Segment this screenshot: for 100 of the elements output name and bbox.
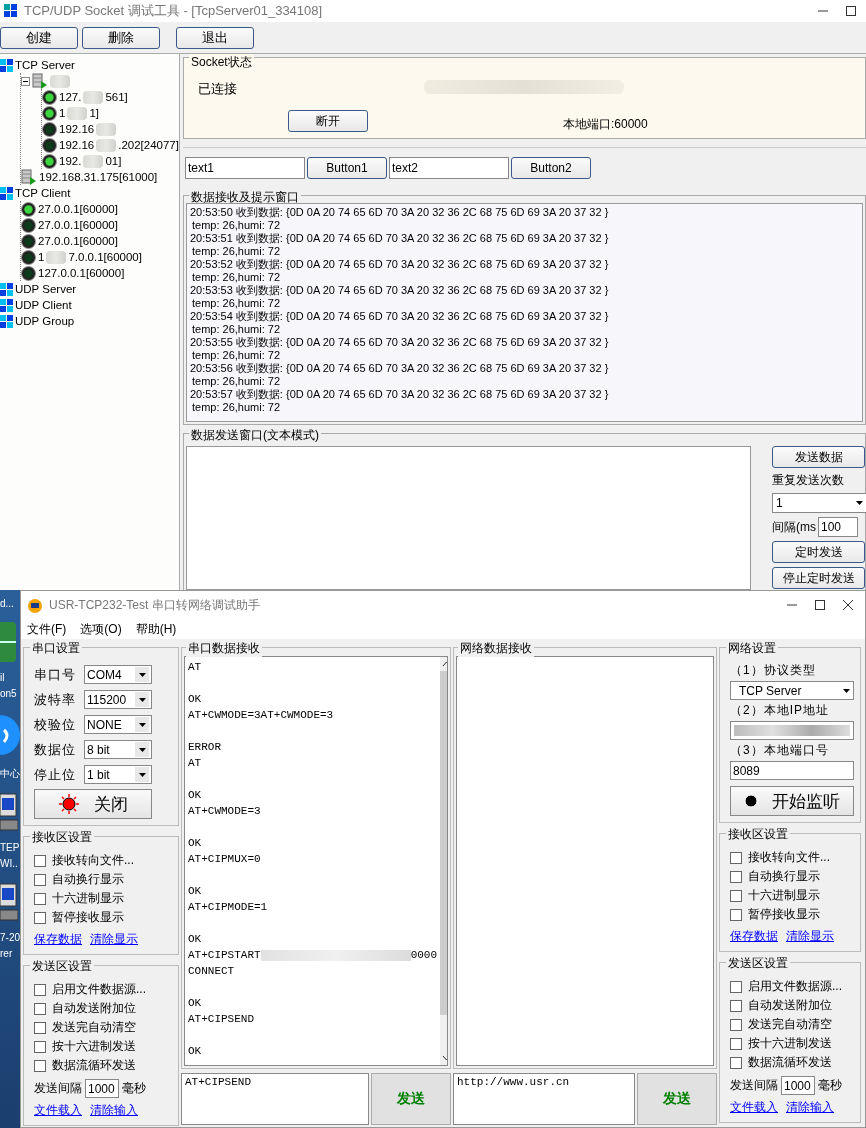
link[interactable]: 清除显示 [786,928,834,945]
checkbox[interactable]: 启用文件数据源... [730,977,854,996]
tree-item[interactable]: UDP Client [0,297,179,313]
log-line: temp: 26,humi: 72 [191,323,282,336]
checkbox[interactable]: 发送完自动清空 [730,1015,854,1034]
group-title: Socket状态 [189,54,254,71]
input-field[interactable]: http://www.usr.cn [453,1073,635,1125]
checkbox[interactable]: 发送完自动清空 [34,1018,172,1037]
checkbox[interactable]: 十六进制显示 [730,886,854,905]
tree-item[interactable]: 192. 01] [42,153,179,169]
field-label: （1）协议类型 [730,662,817,679]
tree-item[interactable]: 27.0.0.1[60000] [21,201,179,217]
toolbar-button[interactable]: 创建 [0,27,78,49]
caret-icon [138,672,146,677]
tree-item[interactable]: 127.0.0.1[60000] [21,265,179,281]
checkbox[interactable]: 自动发送附加位 [730,996,854,1015]
checkbox[interactable]: 按十六进制发送 [730,1034,854,1053]
unit-label: 毫秒 [122,1080,146,1097]
tree-item[interactable]: 27.0.0.1[60000] [21,217,179,233]
interval-field[interactable]: 100 [818,517,858,537]
link[interactable]: 保存数据 [730,928,778,945]
dropdown[interactable]: 1 bit [84,765,152,784]
checkbox[interactable]: 自动换行显示 [730,867,854,886]
menu-item[interactable]: 文件(F) [27,620,67,638]
port-field[interactable]: 8089 [730,761,854,780]
checkbox[interactable]: 接收转向文件... [34,851,172,870]
input-field[interactable]: AT+CIPSEND [181,1073,369,1125]
toolbar-button[interactable]: 退出 [176,27,254,49]
tree-item[interactable]: UDP Group [0,313,179,329]
tree-item[interactable]: 1 7.0.0.1[60000] [21,249,179,265]
send-button[interactable]: 发送数据 [772,446,865,468]
dropdown[interactable]: 8 bit [84,740,152,759]
log-line: 20:53:50 收到数据: {0D 0A 20 74 65 6D 70 3A 20 32 36 2C 68 75 6D 69 3A 20 37 32 } [190,206,610,219]
listen-button[interactable]: 开始监听 [730,786,854,816]
log-line: CONNECT [188,964,236,979]
tree-item[interactable]: 127. 561] [42,89,179,105]
tree-item[interactable]: 192.168.31.175[61000] [21,169,179,185]
menu-item[interactable]: 帮助(H) [135,620,177,638]
field-label: 串口号 [34,665,77,684]
interval-field[interactable]: 1000 [85,1079,119,1098]
tree-item[interactable]: UDP Server [0,281,179,297]
link[interactable]: 清除输入 [786,1099,834,1116]
checkbox[interactable]: 暂停接收显示 [730,905,854,924]
tree-item[interactable]: TCP Client [0,185,179,201]
dropdown[interactable]: TCP Server [730,681,854,700]
link[interactable]: 文件载入 [730,1099,778,1116]
checkbox[interactable]: 数据流循环发送 [34,1056,172,1075]
timer-button[interactable]: 定时发送 [772,541,865,563]
desktop-icon-label: 7-20 [0,932,20,944]
grid-icon [0,186,13,200]
action-button[interactable]: Button1 [307,157,387,179]
link[interactable]: 文件载入 [34,1102,82,1119]
disconnect-button[interactable]: 断开 [288,110,368,132]
app-tile-icon[interactable] [0,622,16,662]
status-text: 已连接 [198,80,238,98]
text-field[interactable]: text2 [389,157,509,179]
desktop-icon-label: il [0,672,5,684]
collapse-icon[interactable] [21,76,30,86]
send-button[interactable]: 发送 [637,1073,717,1125]
log-line: 20:53:57 收到数据: {0D 0A 20 74 65 6D 70 3A 20 32 36 2C 68 75 6D 69 3A 20 37 32 } [190,388,610,401]
text-field[interactable]: text1 [185,157,305,179]
computer-icon[interactable] [0,792,18,832]
checkbox[interactable]: 暂停接收显示 [34,908,172,927]
checkbox[interactable]: 接收转向文件... [730,848,854,867]
tree-item[interactable]: 192.16 .202[24077] [42,137,179,153]
group-title: 网络数据接收 [458,640,534,657]
dropdown[interactable]: 115200 [84,690,152,709]
log-line: temp: 26,humi: 72 [191,271,282,284]
local-port-text: 本地端口:60000 [563,115,649,133]
checkbox[interactable]: 自动发送附加位 [34,999,172,1018]
log-line: temp: 26,humi: 72 [191,375,282,388]
checkbox[interactable]: 数据流循环发送 [730,1053,854,1072]
toolbar-button[interactable]: 删除 [82,27,160,49]
computer-icon[interactable] [0,882,18,922]
log-line: AT+CWMODE=3AT+CWMODE=3 [188,708,335,723]
field-label: （3）本地端口号 [730,742,830,759]
send-button[interactable]: 发送 [371,1073,451,1125]
link[interactable]: 保存数据 [34,931,82,948]
interval-field[interactable]: 1000 [781,1076,815,1095]
log-line: temp: 26,humi: 72 [191,245,282,258]
tree-item[interactable]: 1 1] [42,105,179,121]
log-line: OK [188,836,203,851]
checkbox[interactable]: 自动换行显示 [34,870,172,889]
tree-item[interactable]: 27.0.0.1[60000] [21,233,179,249]
dropdown[interactable]: COM4 [84,665,152,684]
menu-item[interactable]: 选项(O) [80,620,122,638]
action-button[interactable]: Button2 [511,157,591,179]
link[interactable]: 清除显示 [90,931,138,948]
tree-item[interactable]: 192.16 [42,121,179,137]
checkbox[interactable]: 十六进制显示 [34,889,172,908]
repeat-dropdown[interactable]: 1 [772,493,866,513]
close-port-button[interactable]: 关闭 [34,789,152,819]
checkbox[interactable]: 启用文件数据源... [34,980,172,999]
record-icon [744,794,758,808]
stop-button[interactable]: 停止定时发送 [772,567,865,589]
checkbox[interactable]: 按十六进制发送 [34,1037,172,1056]
ip-field[interactable] [730,721,854,740]
tree-item[interactable]: TCP Server [0,57,179,73]
link[interactable]: 清除输入 [90,1102,138,1119]
dropdown[interactable]: NONE [84,715,152,734]
